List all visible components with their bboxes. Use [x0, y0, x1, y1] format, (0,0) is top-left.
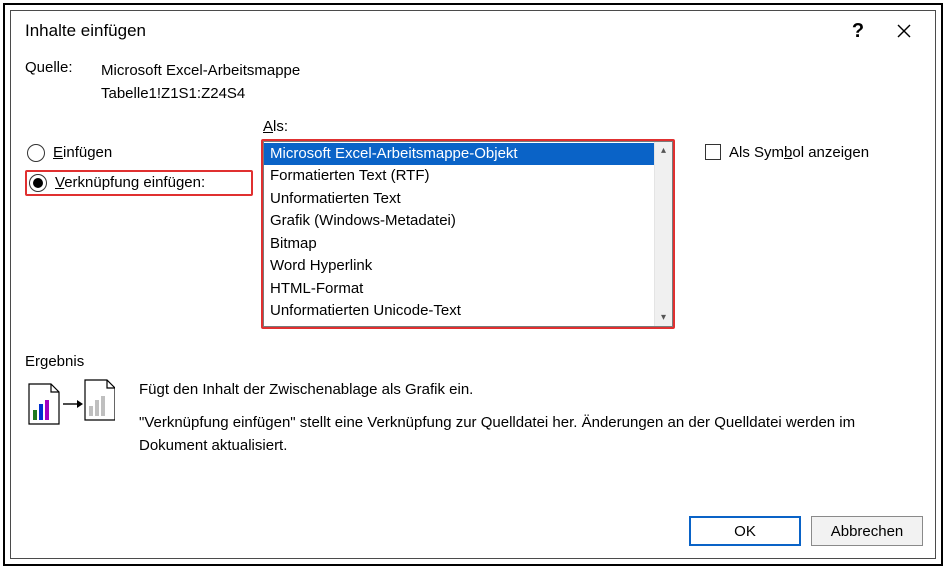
- source-row: Quelle: Microsoft Excel-Arbeitsmappe Tab…: [25, 59, 921, 106]
- source-value-line2: Tabelle1!Z1S1:Z24S4: [101, 82, 300, 105]
- list-item[interactable]: Unformatierten Unicode-Text: [264, 300, 654, 323]
- show-as-icon-label: Als Symbol anzeigen: [729, 144, 869, 161]
- list-item[interactable]: Microsoft Excel-Arbeitsmappe-Objekt: [264, 143, 654, 166]
- as-listbox-highlight: Microsoft Excel-Arbeitsmappe-Objekt Form…: [261, 139, 675, 329]
- list-item[interactable]: Unformatierten Text: [264, 188, 654, 211]
- show-as-icon-checkbox[interactable]: Als Symbol anzeigen: [705, 144, 921, 161]
- result-description: Fügt den Inhalt der Zwischenablage als G…: [139, 378, 919, 468]
- listbox-scrollbar[interactable]: ▴ ▾: [654, 142, 672, 326]
- radio-paste-label: Einfügen: [53, 144, 112, 161]
- close-button[interactable]: [881, 12, 927, 50]
- list-item[interactable]: HTML-Format: [264, 278, 654, 301]
- titlebar: Inhalte einfügen ?: [11, 11, 935, 51]
- dialog-title: Inhalte einfügen: [25, 21, 835, 41]
- list-item[interactable]: Grafik (Windows-Metadatei): [264, 210, 654, 233]
- cancel-button[interactable]: Abbrechen: [811, 516, 923, 546]
- paste-link-icon: [27, 378, 115, 428]
- checkbox-icon: [705, 144, 721, 160]
- radio-paste-link[interactable]: Verknüpfung einfügen:: [25, 170, 253, 196]
- as-listbox[interactable]: Microsoft Excel-Arbeitsmappe-Objekt Form…: [263, 141, 673, 327]
- result-heading: Ergebnis: [25, 353, 921, 370]
- scroll-track[interactable]: [655, 159, 672, 309]
- radio-icon: [27, 144, 45, 162]
- radio-paste[interactable]: Einfügen: [25, 142, 253, 164]
- help-button[interactable]: ?: [835, 12, 881, 50]
- source-value-line1: Microsoft Excel-Arbeitsmappe: [101, 59, 300, 82]
- radio-paste-link-label: Verknüpfung einfügen:: [55, 174, 205, 191]
- scroll-up-icon[interactable]: ▴: [655, 142, 672, 159]
- list-item[interactable]: Formatierten Text (RTF): [264, 165, 654, 188]
- radio-icon: [29, 174, 47, 192]
- list-item[interactable]: Bitmap: [264, 233, 654, 256]
- as-label: Als:: [263, 118, 675, 135]
- paste-special-dialog: Inhalte einfügen ? Quelle: Microsoft Exc…: [10, 10, 936, 559]
- source-label: Quelle:: [25, 59, 87, 106]
- close-icon: [897, 24, 911, 38]
- dialog-buttons: OK Abbrechen: [11, 508, 935, 558]
- scroll-down-icon[interactable]: ▾: [655, 309, 672, 326]
- list-item[interactable]: Word Hyperlink: [264, 255, 654, 278]
- ok-button[interactable]: OK: [689, 516, 801, 546]
